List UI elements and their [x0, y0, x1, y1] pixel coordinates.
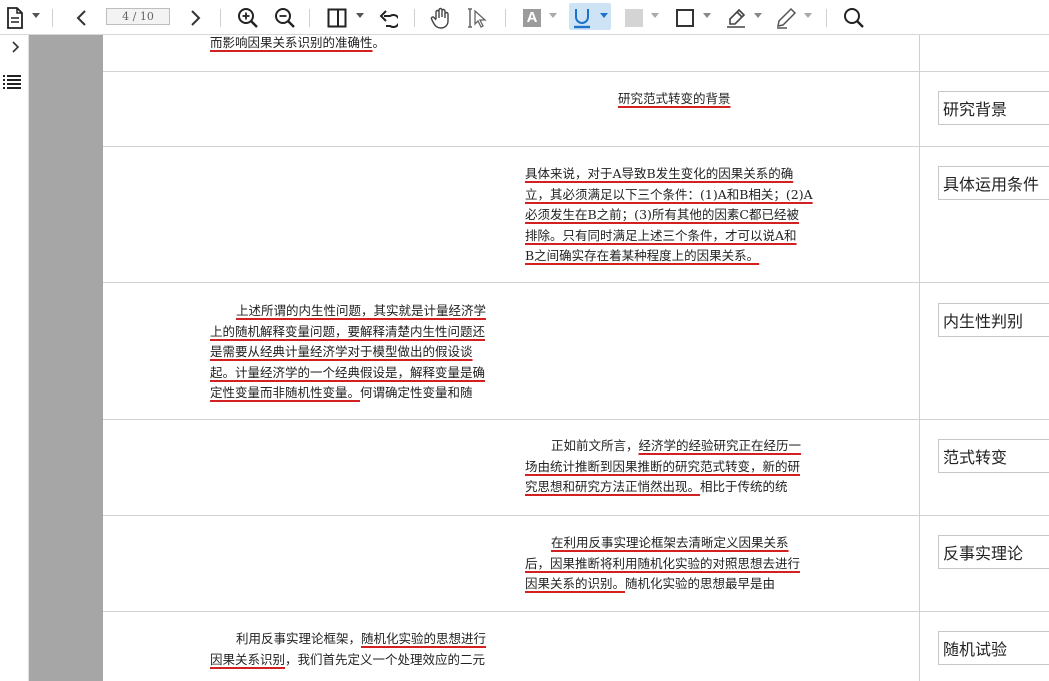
plain-text: 。: [372, 35, 386, 50]
next-page-icon[interactable]: [185, 0, 205, 35]
row-text: 正如前文所言，经济学的经验研究正在经历一 场由统计推断到因果推断的研究范式转变，…: [525, 436, 801, 498]
highlighted-text[interactable]: B之间确实存在着某种程度上的因果关系。: [525, 248, 759, 263]
annotation-note[interactable]: 随机试验: [938, 631, 1049, 665]
highlighted-text[interactable]: 定性变量而非随机性变量。: [210, 385, 360, 400]
row-text: 研究范式转变的背景: [618, 89, 731, 110]
row-divider: [103, 71, 1049, 72]
row-divider: [103, 611, 1049, 612]
page-indicator[interactable]: 4 / 10: [106, 8, 170, 25]
row-divider: [103, 419, 1049, 420]
row-text: 在利用反事实理论框架去清晰定义因果关系 后，因果推断将利用随机化实验的对照思想去…: [525, 533, 800, 595]
highlighted-text[interactable]: 研究范式转变的背景: [618, 91, 731, 106]
select-icon[interactable]: [465, 0, 491, 35]
highlighted-text[interactable]: 上述所谓的内生性问题，其实就是计量经济学: [236, 303, 486, 318]
underline-icon[interactable]: [570, 0, 594, 35]
hand-icon[interactable]: [428, 0, 454, 35]
highlighted-text[interactable]: 起。计量经济学的一个经典假设是，解释变量是确: [210, 365, 485, 380]
toolbar-separator: [220, 9, 221, 27]
highlighted-text[interactable]: 因果关系识别: [210, 652, 285, 667]
annotation-note[interactable]: 内生性判别: [938, 303, 1049, 337]
panel-menu-caret[interactable]: [356, 13, 364, 18]
highlighted-text[interactable]: 立，其必须满足以下三个条件：(1)A和B相关；(2)A: [525, 187, 813, 202]
toolbar-separator: [309, 9, 310, 27]
highlighted-text[interactable]: 排除。只有同时满足上述三个条件，才可以说A和: [525, 228, 797, 243]
highlighted-text[interactable]: 后，因果推断将利用随机化实验的对照思想去进行: [525, 556, 800, 571]
fill-caret[interactable]: [651, 13, 659, 18]
plain-text: 随机化实验的思想最早是由: [625, 576, 776, 592]
row-divider: [103, 146, 1049, 147]
highlighter-icon[interactable]: [724, 0, 748, 35]
toolbar: 4 / 10 A: [0, 0, 1049, 35]
rectangle-icon[interactable]: [673, 0, 697, 35]
highlighted-text[interactable]: 因果关系的识别。: [525, 576, 625, 591]
text-color-caret[interactable]: [549, 13, 557, 18]
zoom-in-icon[interactable]: [236, 0, 260, 35]
page-gutter: [29, 35, 103, 681]
expand-icon[interactable]: [10, 38, 20, 57]
left-sidebar: [0, 35, 29, 681]
highlighter-caret[interactable]: [754, 13, 762, 18]
annotation-note[interactable]: 具体运用条件: [938, 166, 1049, 200]
row-divider: [103, 282, 1049, 283]
highlighted-text[interactable]: 必须发生在B之前；(3)所有其他的因素C都已经被: [525, 207, 799, 222]
highlighted-text[interactable]: 是需要从经典计量经济学对于模型做出的假设谈: [210, 344, 473, 359]
pen-icon[interactable]: [774, 0, 798, 35]
highlighted-text[interactable]: 而影响因果关系识别的准确性: [210, 35, 373, 50]
plain-text: 正如前文所言，: [551, 438, 639, 453]
text-color-icon[interactable]: A: [520, 0, 544, 35]
document-icon[interactable]: [4, 0, 26, 35]
plain-text: ，我们首先定义一个处理效应的二元: [285, 651, 486, 667]
highlighted-text[interactable]: 经济学的经验研究正在经历一: [639, 438, 802, 453]
toolbar-separator: [505, 9, 506, 27]
undo-icon[interactable]: [376, 0, 400, 35]
highlighted-text[interactable]: 随机化实验的思想进行: [361, 631, 486, 646]
fill-icon[interactable]: [622, 0, 646, 35]
annotation-note[interactable]: 反事实理论: [938, 535, 1049, 569]
text-color-glyph: A: [523, 8, 541, 27]
toolbar-separator: [414, 9, 415, 27]
plain-text: 相比于传统的统: [700, 479, 788, 495]
toolbar-separator: [52, 9, 53, 27]
rectangle-caret[interactable]: [703, 13, 711, 18]
highlighted-text[interactable]: 场由统计推断到因果推断的研究范式转变，新的研: [525, 459, 800, 474]
annotation-note[interactable]: 研究背景: [938, 91, 1049, 125]
plain-text: 何谓确定性变量和随: [360, 385, 473, 401]
plain-text: 利用反事实理论框架，: [236, 631, 362, 646]
highlighted-text[interactable]: 究思想和研究方法正悄然出现。: [525, 479, 700, 494]
highlighted-text[interactable]: 具体来说，对于A导致B发生变化的因果关系的确: [525, 166, 793, 181]
highlighted-text[interactable]: 上的随机解释变量问题，要解释清楚内生性问题还: [210, 324, 485, 339]
row-text: 具体来说，对于A导致B发生变化的因果关系的确 立，其必须满足以下三个条件：(1)…: [525, 164, 813, 267]
annotation-panel: [919, 35, 1049, 681]
panel-icon[interactable]: [325, 0, 349, 35]
zoom-out-icon[interactable]: [273, 0, 297, 35]
document-menu-caret[interactable]: [32, 13, 40, 18]
outline-list-icon[interactable]: [2, 74, 22, 94]
annotation-note[interactable]: 范式转变: [938, 439, 1049, 473]
row-text: 利用反事实理论框架，随机化实验的思想进行 因果关系识别，我们首先定义一个处理效应…: [210, 629, 486, 670]
highlighted-text[interactable]: 在利用反事实理论框架去清晰定义因果关系: [551, 535, 789, 550]
search-icon[interactable]: [842, 0, 866, 35]
prev-page-icon[interactable]: [72, 0, 92, 35]
toolbar-separator: [826, 9, 827, 27]
underline-caret[interactable]: [600, 13, 608, 18]
pen-caret[interactable]: [804, 13, 812, 18]
row-text: 上述所谓的内生性问题，其实就是计量经济学 上的随机解释变量问题，要解释清楚内生性…: [210, 301, 486, 404]
row-divider: [103, 515, 1049, 516]
row-text: 而影响因果关系识别的准确性。: [210, 33, 385, 54]
